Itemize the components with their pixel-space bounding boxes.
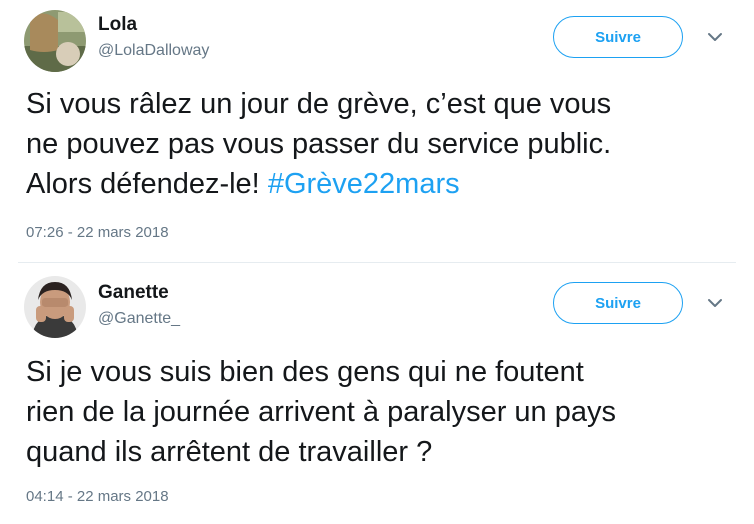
tweet-timestamp[interactable]: 07:26 - 22 mars 2018: [26, 224, 169, 241]
hashtag-link[interactable]: #Grève22mars: [268, 168, 460, 200]
tweet-text: Si je vous suis bien des gens qui ne fou…: [26, 356, 616, 468]
chevron-down-icon[interactable]: [704, 26, 726, 48]
user-handle[interactable]: @Ganette_: [98, 310, 180, 328]
follow-button[interactable]: Suivre: [553, 282, 683, 324]
avatar-image: [24, 276, 86, 338]
user-handle[interactable]: @LolaDalloway: [98, 42, 209, 60]
tweet-timestamp[interactable]: 04:14 - 22 mars 2018: [26, 488, 169, 505]
user-display-name[interactable]: Ganette: [98, 282, 169, 304]
tweet-card: Ganette @Ganette_ Suivre Si je vous suis…: [0, 262, 754, 524]
avatar-image: [24, 10, 86, 72]
tweet-text: Si vous râlez un jour de grève, c’est qu…: [26, 84, 741, 204]
user-display-name[interactable]: Lola: [98, 14, 137, 36]
tweet-card: Lola @LolaDalloway Suivre Si vous râlez …: [0, 0, 754, 262]
chevron-down-icon[interactable]: [704, 292, 726, 314]
follow-button[interactable]: Suivre: [553, 16, 683, 58]
avatar[interactable]: [24, 10, 86, 72]
avatar[interactable]: [24, 276, 86, 338]
